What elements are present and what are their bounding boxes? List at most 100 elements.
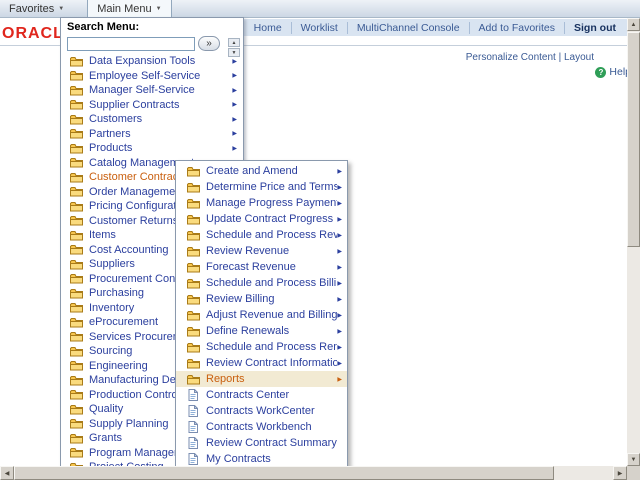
menu-item-label: Products <box>89 142 133 155</box>
nav-link[interactable]: Add to Favorites <box>470 21 565 34</box>
submenu-page-item[interactable]: My Contracts <box>176 451 347 466</box>
menu-item[interactable]: Employee Self-Service ▶ <box>61 69 243 84</box>
chevron-right-icon: ▶ <box>232 87 237 94</box>
chevron-right-icon: ▶ <box>232 116 237 123</box>
submenu-item-label: Contracts Workbench <box>206 421 312 433</box>
sign-out-link[interactable]: Sign out <box>565 22 623 34</box>
nav-link[interactable]: Home <box>245 21 292 34</box>
customer-contracts-submenu: Create and Amend ▶ Determine Price and T… <box>175 160 348 467</box>
chevron-right-icon: ▶ <box>337 216 342 223</box>
menu-item-label: Manager Self-Service <box>89 84 195 97</box>
submenu-folder-item[interactable]: Review Revenue ▶ <box>176 243 347 259</box>
document-icon <box>186 437 200 449</box>
folder-icon <box>186 246 200 257</box>
submenu-folder-item[interactable]: Create and Amend ▶ <box>176 163 347 179</box>
menu-item-label: Partners <box>89 127 131 140</box>
chevron-right-icon: ▶ <box>337 280 342 287</box>
folder-icon <box>186 310 200 321</box>
horizontal-scrollbar[interactable]: ◀ ▶ <box>0 466 627 480</box>
chevron-right-icon: ▶ <box>337 264 342 271</box>
submenu-item-label: Schedule and Process Billing <box>206 277 338 289</box>
folder-icon <box>186 214 200 225</box>
submenu-folder-item[interactable]: Schedule and Process Billing ▶ <box>176 275 347 291</box>
menu-item[interactable]: Data Expansion Tools ▶ <box>61 54 243 69</box>
scroll-left-arrow[interactable]: ◀ <box>0 466 14 480</box>
submenu-folder-item[interactable]: Review Contract Information ▶ <box>176 355 347 371</box>
vertical-scroll-thumb[interactable] <box>627 32 640 247</box>
main-menu-button[interactable]: Main Menu ▼ <box>87 0 172 17</box>
folder-icon <box>69 172 83 183</box>
submenu-item-label: Determine Price and Terms <box>206 181 338 193</box>
chevron-right-icon: ▶ <box>337 248 342 255</box>
document-icon <box>186 405 200 417</box>
folder-icon <box>186 262 200 273</box>
submenu-folder-item[interactable]: Review Billing ▶ <box>176 291 347 307</box>
folder-icon <box>69 389 83 400</box>
folder-icon <box>69 128 83 139</box>
submenu-item-label: Schedule and Process Renewals <box>206 341 337 353</box>
menu-item[interactable]: Partners ▶ <box>61 127 243 142</box>
vertical-scrollbar[interactable]: ▲ ▼ <box>627 18 640 466</box>
folder-icon <box>69 99 83 110</box>
submenu-folder-item[interactable]: Reports ▶ <box>176 371 347 387</box>
folder-icon <box>69 360 83 371</box>
folder-icon <box>69 85 83 96</box>
scroll-up-arrow[interactable]: ▲ <box>627 18 640 31</box>
submenu-item-label: Adjust Revenue and Billing <box>206 309 338 321</box>
folder-icon <box>69 302 83 313</box>
scroll-down-arrow[interactable]: ▼ <box>627 453 640 466</box>
submenu-page-item[interactable]: Contracts Center <box>176 387 347 403</box>
submenu-folder-item[interactable]: Manage Progress Payments ▶ <box>176 195 347 211</box>
menu-item[interactable]: Customers ▶ <box>61 112 243 127</box>
nav-links: Home Worklist MultiChannel Console Add to F… <box>245 21 565 34</box>
menu-item[interactable]: Products ▶ <box>61 141 243 156</box>
submenu-item-label: Forecast Revenue <box>206 261 296 273</box>
menu-item[interactable]: Supplier Contracts ▶ <box>61 98 243 113</box>
submenu-folder-item[interactable]: Determine Price and Terms ▶ <box>176 179 347 195</box>
submenu-folder-list: Create and Amend ▶ Determine Price and T… <box>176 163 347 387</box>
chevron-right-icon: ▶ <box>337 200 342 207</box>
menu-item-label: Supplier Contracts <box>89 98 180 111</box>
submenu-item-label: Contracts Center <box>206 389 290 401</box>
submenu-folder-item[interactable]: Schedule and Process Revenue ▶ <box>176 227 347 243</box>
chevron-right-icon: ▶ <box>337 296 342 303</box>
scroll-right-arrow[interactable]: ▶ <box>613 466 627 480</box>
folder-icon <box>69 143 83 154</box>
personalize-content-layout-link[interactable]: Personalize Content | Layout <box>466 52 594 63</box>
horizontal-scroll-thumb[interactable] <box>14 466 554 480</box>
submenu-page-item[interactable]: Contracts Workbench <box>176 419 347 435</box>
submenu-item-label: Schedule and Process Revenue <box>206 229 338 241</box>
folder-icon <box>186 182 200 193</box>
nav-link[interactable]: MultiChannel Console <box>348 21 470 34</box>
help-link[interactable]: ? Help <box>595 66 631 78</box>
folder-icon <box>69 375 83 386</box>
submenu-folder-item[interactable]: Update Contract Progress ▶ <box>176 211 347 227</box>
favorites-menu-button[interactable]: Favorites ▼ <box>0 0 73 17</box>
menu-item[interactable]: Manager Self-Service ▶ <box>61 83 243 98</box>
menu-search-input[interactable] <box>67 36 195 51</box>
submenu-folder-item[interactable]: Forecast Revenue ▶ <box>176 259 347 275</box>
menu-item-label: Employee Self-Service <box>89 69 201 82</box>
chevron-right-icon: ▶ <box>337 328 342 335</box>
submenu-folder-item[interactable]: Schedule and Process Renewals ▶ <box>176 339 347 355</box>
submenu-folder-item[interactable]: Adjust Revenue and Billing ▶ <box>176 307 347 323</box>
submenu-page-item[interactable]: Contracts WorkCenter <box>176 403 347 419</box>
menu-search-go-button[interactable]: » <box>198 36 220 51</box>
submenu-item-label: Define Renewals <box>206 325 290 337</box>
folder-icon <box>186 198 200 209</box>
menu-scroll-up-button[interactable]: ▲ <box>228 38 240 47</box>
document-icon <box>186 421 200 433</box>
chevron-right-icon: ▶ <box>232 73 237 80</box>
folder-icon <box>186 358 200 369</box>
folder-icon <box>186 326 200 337</box>
submenu-item-label: Review Contract Information <box>206 357 338 369</box>
nav-link[interactable]: Worklist <box>292 21 348 34</box>
scrollbar-corner <box>627 466 640 480</box>
menu-item-label: Customers <box>89 113 143 126</box>
chevron-right-icon: ▶ <box>337 232 342 239</box>
submenu-folder-item[interactable]: Define Renewals ▶ <box>176 323 347 339</box>
folder-icon <box>186 166 200 177</box>
submenu-item-label: Reports <box>206 373 245 385</box>
submenu-page-item[interactable]: Review Contract Summary <box>176 435 347 451</box>
chevron-right-icon: ▶ <box>337 376 342 383</box>
